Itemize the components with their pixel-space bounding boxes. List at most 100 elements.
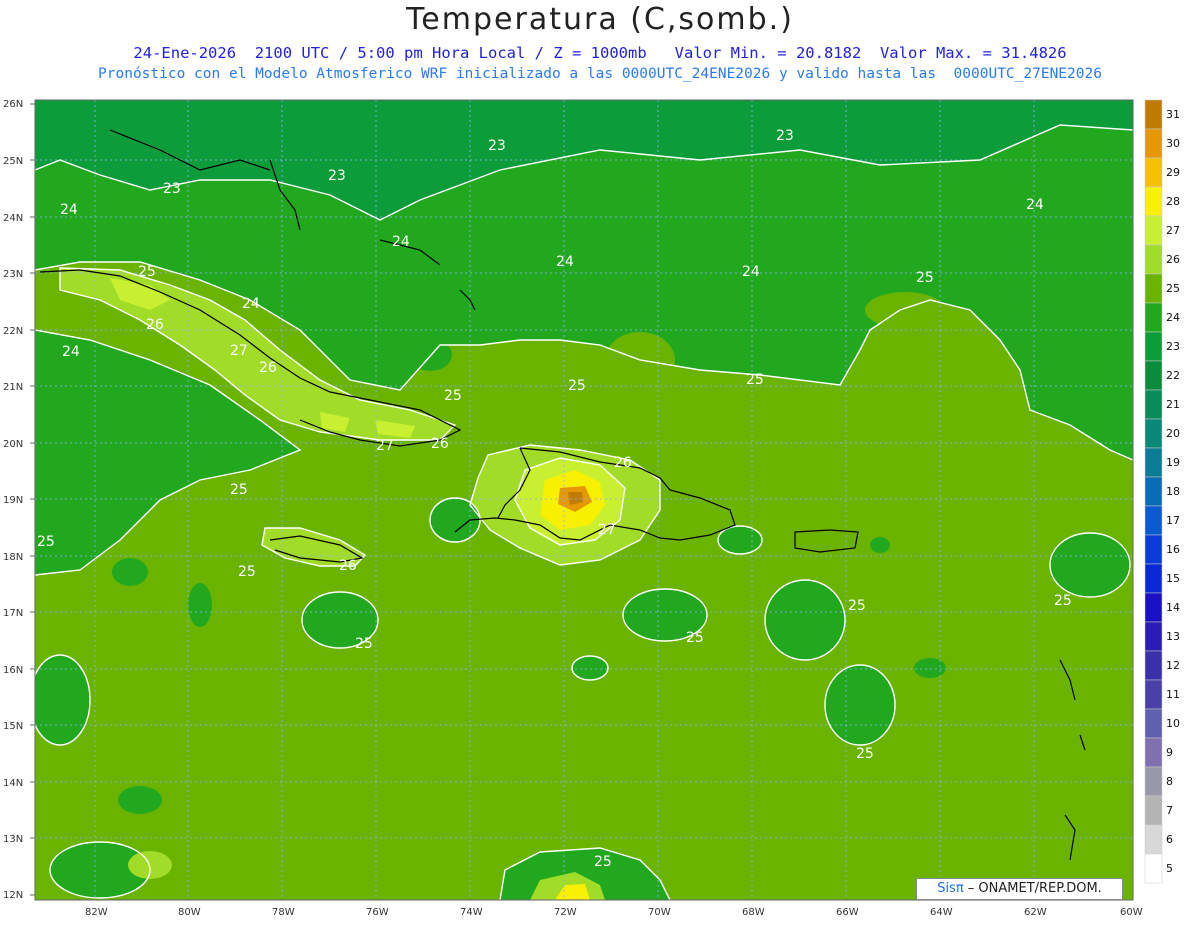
contour-label: 25 (37, 534, 55, 550)
contour-label: 26 (339, 558, 357, 574)
lat-label: 22N (3, 326, 23, 337)
lon-label: 62W (1024, 907, 1047, 918)
lat-label: 20N (3, 439, 23, 450)
colorbar-swatch (1144, 360, 1163, 391)
contour-label: 25 (238, 564, 256, 580)
colorbar-label: 26 (1166, 253, 1180, 266)
colorbar-label: 27 (1166, 224, 1180, 237)
contour-label: 25 (444, 388, 462, 404)
lat-label: 16N (3, 665, 23, 676)
colorbar-label: 28 (1166, 195, 1180, 208)
colorbar-swatch (1144, 853, 1163, 884)
colorbar-swatch (1144, 331, 1163, 362)
contour-label: 25 (1054, 593, 1072, 609)
lat-label: 13N (3, 834, 23, 845)
lon-label: 76W (366, 907, 389, 918)
colorbar-label: 29 (1166, 166, 1180, 179)
lon-label: 66W (836, 907, 859, 918)
colorbar-label: 25 (1166, 282, 1180, 295)
contour-label: 23 (163, 181, 181, 197)
colorbar-label: 18 (1166, 485, 1180, 498)
colorbar-swatch (1144, 186, 1163, 217)
colorbar-label: 12 (1166, 659, 1180, 672)
contour-label: 26 (614, 455, 632, 471)
lon-label: 78W (272, 907, 295, 918)
lon-label: 74W (460, 907, 483, 918)
contour-label: 24 (1026, 197, 1044, 213)
lat-label: 23N (3, 269, 23, 280)
contour-label: 25 (355, 636, 373, 652)
colorbar-swatch (1144, 447, 1163, 478)
lon-label: 64W (930, 907, 953, 918)
lon-label: 60W (1120, 907, 1143, 918)
contour-label: 25 (138, 264, 156, 280)
colorbar-label: 8 (1166, 775, 1173, 788)
map-figure: 23 23 23 23 24 24 24 24 24 24 24 25 25 2… (3, 99, 1180, 918)
lat-label: 15N (3, 721, 23, 732)
colorbar-label: 6 (1166, 833, 1173, 846)
colorbar-label: 19 (1166, 456, 1180, 469)
contour-label: 24 (62, 344, 80, 360)
contour-label: 25 (856, 746, 874, 762)
contour-label: 23 (328, 168, 346, 184)
lat-label: 12N (3, 890, 23, 901)
colorbar-swatch (1144, 766, 1163, 797)
colorbar-label: 24 (1166, 311, 1180, 324)
contour-label: 23 (488, 138, 506, 154)
colorbar-label: 20 (1166, 427, 1180, 440)
contour-label: 24 (742, 264, 760, 280)
contour-label: 23 (776, 128, 794, 144)
colorbar-label: 14 (1166, 601, 1180, 614)
lat-label: 21N (3, 382, 23, 393)
lat-label: 24N (3, 213, 23, 224)
colorbar-label: 31 (1166, 108, 1180, 121)
colorbar: 31 30 29 28 27 26 25 24 23 22 21 20 19 18 17 16 15 14 13 12… (1144, 99, 1180, 884)
colorbar-swatch (1144, 679, 1163, 710)
lon-label: 82W (85, 907, 108, 918)
colorbar-label: 21 (1166, 398, 1180, 411)
colorbar-label: 23 (1166, 340, 1180, 353)
lat-label: 19N (3, 495, 23, 506)
credit-text: – ONAMET/REP.DOM. (963, 881, 1102, 896)
contour-label: 26 (146, 317, 164, 333)
colorbar-label: 22 (1166, 369, 1180, 382)
longitude-labels: 82W 80W 78W 76W 74W 72W 70W 68W 66W 64W … (85, 907, 1143, 918)
colorbar-label: 9 (1166, 746, 1173, 759)
colorbar-label: 30 (1166, 137, 1180, 150)
colorbar-swatch (1144, 650, 1163, 681)
contour-label: 24 (392, 234, 410, 250)
contour-label: 24 (60, 202, 78, 218)
contour-label: 27 (230, 343, 248, 359)
contour-label: 26 (431, 436, 449, 452)
colorbar-swatch (1144, 534, 1163, 565)
colorbar-label: 5 (1166, 862, 1173, 875)
colorbar-label: 17 (1166, 514, 1180, 527)
lon-label: 72W (554, 907, 577, 918)
colorbar-swatch (1144, 99, 1163, 130)
contour-label: 27 (376, 438, 394, 454)
colorbar-swatch (1144, 592, 1163, 623)
colorbar-label: 15 (1166, 572, 1180, 585)
contour-label: 25 (568, 378, 586, 394)
contour-label: 25 (230, 482, 248, 498)
contour-label: 25 (848, 598, 866, 614)
colorbar-swatch (1144, 505, 1163, 536)
lat-label: 25N (3, 156, 23, 167)
colorbar-label: 16 (1166, 543, 1180, 556)
contour-label: 24 (556, 254, 574, 270)
colorbar-swatch (1144, 795, 1163, 826)
colorbar-swatch (1144, 476, 1163, 507)
contour-label: 25 (916, 270, 934, 286)
colorbar-swatch (1144, 824, 1163, 855)
colorbar-swatch (1144, 215, 1163, 246)
colorbar-swatch (1144, 563, 1163, 594)
lon-label: 80W (178, 907, 201, 918)
contour-label: 25 (594, 854, 612, 870)
colorbar-swatch (1144, 128, 1163, 159)
credit-box: Sisπ – ONAMET/REP.DOM. (916, 878, 1123, 900)
colorbar-label: 13 (1166, 630, 1180, 643)
colorbar-swatch (1144, 302, 1163, 333)
contour-label: 26 (259, 360, 277, 376)
sispi-logo-text: Sisπ (937, 881, 964, 896)
latitude-labels: 26N 25N 24N 23N 22N 21N 20N 19N 18N 17N … (3, 99, 23, 901)
